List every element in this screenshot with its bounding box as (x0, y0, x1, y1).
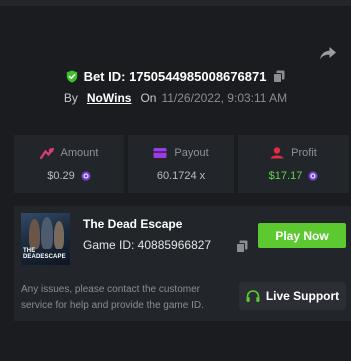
thumbnail-figure (29, 219, 40, 249)
game-id: Game ID: 40885966827 (83, 238, 212, 252)
amount-icon (39, 147, 54, 159)
top-bar (0, 0, 351, 6)
profit-label: Profit (291, 147, 317, 159)
verified-shield-icon (66, 70, 78, 83)
coin-icon (308, 171, 318, 181)
amount-label: Amount (60, 147, 99, 159)
bet-id-row: Bet ID: 1750544985008676871 (0, 67, 351, 85)
username-link[interactable]: NoWins (87, 91, 132, 105)
thumbnail-figure (54, 221, 64, 249)
bet-stats: Amount $0.29 Payout 60.1724 x Profit $17… (14, 135, 351, 193)
bet-meta-row: By NoWins On 11/26/2022, 9:03:11 AM (0, 89, 351, 107)
payout-icon (153, 147, 167, 159)
bet-id: Bet ID: 1750544985008676871 (83, 68, 267, 84)
thumbnail-title: THE DEADESCAPE (23, 248, 66, 260)
profit-card: Profit $17.17 (238, 135, 349, 193)
coin-icon (81, 171, 91, 181)
copy-game-id-icon[interactable] (236, 240, 248, 253)
share-button[interactable] (318, 44, 338, 62)
game-title: The Dead Escape (83, 217, 183, 231)
payout-card: Payout 60.1724 x (128, 135, 234, 193)
bet-date: 11/26/2022, 9:03:11 AM (161, 91, 288, 105)
share-icon (320, 46, 336, 59)
play-now-button[interactable]: Play Now (258, 223, 346, 248)
copy-bet-id-icon[interactable] (273, 70, 285, 83)
support-notice: Any issues, please contact the customer … (21, 284, 204, 311)
amount-value: $0.29 (47, 170, 75, 182)
by-label: By (63, 91, 78, 105)
on-label: On (140, 91, 157, 105)
live-support-label: Live Support (265, 289, 340, 303)
amount-card: Amount $0.29 (14, 135, 124, 193)
profit-value: $17.17 (268, 170, 303, 182)
live-support-button[interactable]: Live Support (239, 282, 346, 310)
payout-label: Payout (174, 147, 209, 159)
headset-icon (246, 289, 260, 303)
game-card: THE DEADESCAPE The Dead Escape Game ID: … (14, 206, 351, 321)
game-thumbnail[interactable]: THE DEADESCAPE (21, 213, 70, 265)
profit-icon (270, 147, 284, 159)
payout-value: 60.1724 x (156, 170, 206, 182)
thumbnail-figure (41, 217, 53, 249)
